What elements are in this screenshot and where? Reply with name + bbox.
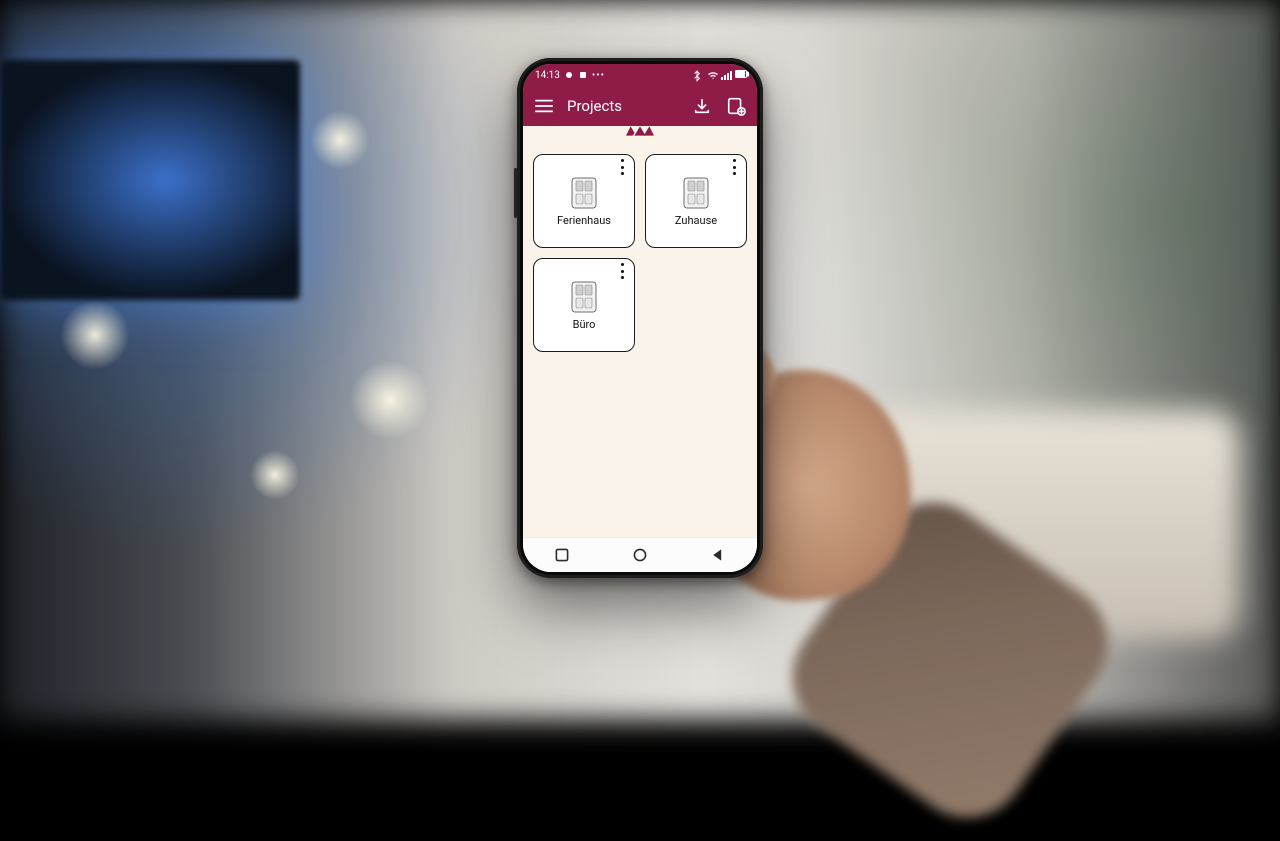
import-button[interactable] (691, 95, 713, 117)
status-notification-icon (564, 70, 574, 80)
intercom-device-icon (571, 177, 597, 209)
status-overflow-dots: ••• (592, 70, 605, 81)
background-sofa (860, 410, 1240, 640)
project-card-ferienhaus[interactable]: Ferienhaus (533, 154, 635, 248)
brand-logo (523, 126, 757, 144)
card-more-button[interactable] (616, 159, 628, 175)
android-nav-bar (523, 537, 757, 572)
status-bar: 14:13 ••• (523, 64, 757, 86)
nav-home-button[interactable] (628, 543, 652, 567)
status-time: 14:13 (535, 70, 560, 81)
intercom-device-icon (571, 281, 597, 313)
phone-screen: 14:13 ••• (523, 64, 757, 572)
card-more-button[interactable] (616, 263, 628, 279)
signal-icon (721, 70, 731, 80)
wifi-icon (707, 70, 717, 80)
intercom-device-icon (683, 177, 709, 209)
bluetooth-icon (693, 70, 703, 80)
project-card-label: Zuhause (675, 215, 717, 226)
appbar-title: Projects (567, 97, 679, 115)
project-card-buero[interactable]: Büro (533, 258, 635, 352)
app-bar: Projects (523, 86, 757, 126)
status-notification-icon (578, 70, 588, 80)
project-card-label: Ferienhaus (557, 215, 611, 226)
project-card-zuhause[interactable]: Zuhause (645, 154, 747, 248)
background-tv (0, 60, 300, 300)
card-more-button[interactable] (728, 159, 740, 175)
battery-icon (735, 70, 745, 80)
menu-button[interactable] (533, 95, 555, 117)
project-card-label: Büro (573, 319, 596, 330)
content-area: Ferienhaus Zuhause (523, 144, 757, 537)
nav-back-button[interactable] (706, 543, 730, 567)
nav-recents-button[interactable] (550, 543, 574, 567)
projects-grid: Ferienhaus Zuhause (533, 154, 747, 352)
add-project-button[interactable] (725, 95, 747, 117)
phone-frame: 14:13 ••• (517, 58, 763, 578)
